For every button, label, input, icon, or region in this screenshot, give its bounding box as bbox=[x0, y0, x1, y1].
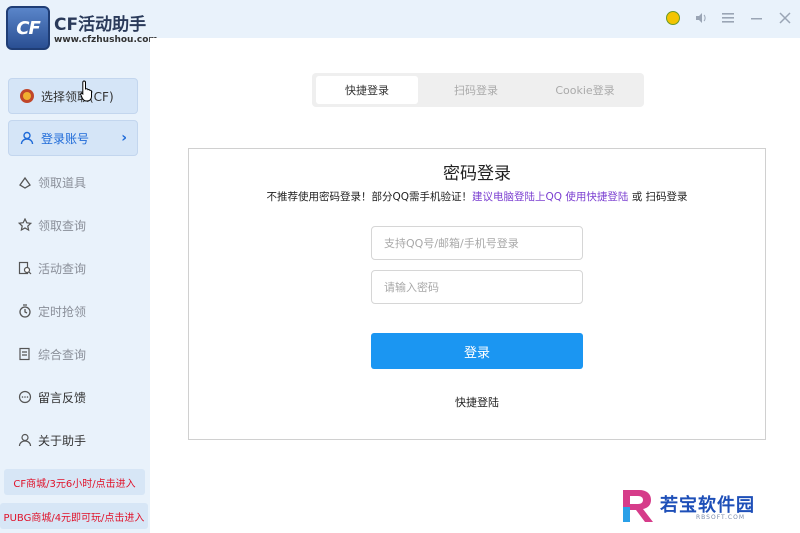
sidebar-item-label: 领取查询 bbox=[38, 218, 87, 233]
minimize-icon[interactable] bbox=[750, 8, 764, 28]
app-url: www.cfzhushou.com bbox=[54, 35, 158, 45]
sidebar-item-feedback[interactable]: 留言反馈 bbox=[18, 387, 86, 407]
title-bar: CF CF活动助手 www.cfzhushou.com bbox=[0, 0, 800, 50]
hint-quick-login-link[interactable]: 建议电脑登陆上QQ 使用快捷登陆 bbox=[472, 191, 628, 203]
tab-qr-login[interactable]: 扫码登录 bbox=[425, 76, 527, 104]
sidebar-item-label: 活动查询 bbox=[38, 261, 87, 276]
user-icon bbox=[18, 433, 32, 447]
sidebar-item-about[interactable]: 关于助手 bbox=[18, 430, 86, 450]
app-title: CF活动助手 bbox=[54, 15, 147, 35]
hint-qr-text: 或 扫码登录 bbox=[628, 191, 688, 203]
login-tabs: 快捷登录 扫码登录 Cookie登录 bbox=[312, 73, 644, 107]
password-login-card: 密码登录 不推荐使用密码登录！部分QQ需手机验证！建议电脑登陆上QQ 使用快捷登… bbox=[188, 148, 766, 440]
sidebar-item-label: 领取道具 bbox=[38, 175, 87, 190]
cf-badge-icon bbox=[19, 88, 35, 104]
sidebar-item-label: 综合查询 bbox=[38, 347, 87, 362]
sidebar-item-login[interactable]: 登录账号 › bbox=[8, 120, 138, 156]
login-button[interactable]: 登录 bbox=[371, 333, 583, 369]
star-search-icon bbox=[18, 218, 32, 232]
hint-text: 不推荐使用密码登录！部分QQ需手机验证！ bbox=[266, 191, 472, 203]
timer-icon bbox=[18, 304, 32, 318]
sidebar-item-general-query[interactable]: 综合查询 bbox=[18, 344, 86, 364]
sidebar-item-event-query[interactable]: 活动查询 bbox=[18, 258, 86, 278]
password-input[interactable]: 请输入密码 bbox=[371, 270, 583, 304]
menu-icon[interactable] bbox=[722, 8, 736, 28]
sidebar-item-get-items[interactable]: 领取道具 bbox=[18, 172, 86, 192]
window-controls bbox=[666, 8, 792, 28]
list-icon bbox=[18, 347, 32, 361]
cf-mall-promo-link[interactable]: CF商城/3元6小时/点击进入 bbox=[4, 469, 145, 495]
sidebar-item-label: 关于助手 bbox=[38, 433, 87, 448]
hand-cursor-icon bbox=[80, 80, 92, 102]
sidebar-item-label: 定时抢领 bbox=[38, 304, 87, 319]
chat-icon bbox=[18, 390, 32, 404]
user-icon bbox=[19, 130, 35, 146]
login-title: 密码登录 bbox=[443, 164, 511, 184]
sidebar-item-label: 登录账号 bbox=[41, 131, 90, 146]
main-panel: 快捷登录 扫码登录 Cookie登录 密码登录 不推荐使用密码登录！部分QQ需手… bbox=[150, 38, 800, 533]
speaker-icon[interactable] bbox=[694, 8, 708, 28]
sidebar: 选择领取(CF) 登录账号 › 领取道具 领取查询 活动查询 定时抢领 综合查询… bbox=[0, 62, 150, 533]
document-search-icon bbox=[18, 261, 32, 275]
select-game-label: 选择领取(CF) bbox=[41, 89, 114, 104]
watermark: 若宝软件园 RBSOFT.COM bbox=[620, 487, 790, 527]
sidebar-item-label: 留言反馈 bbox=[38, 390, 87, 405]
qq-penguin-icon[interactable] bbox=[666, 8, 680, 28]
watermark-sub: RBSOFT.COM bbox=[696, 514, 746, 521]
watermark-logo-icon bbox=[623, 490, 653, 522]
login-hint: 不推荐使用密码登录！部分QQ需手机验证！建议电脑登陆上QQ 使用快捷登陆 或 扫… bbox=[189, 189, 765, 204]
tab-cookie-login[interactable]: Cookie登录 bbox=[534, 76, 636, 104]
close-icon[interactable] bbox=[778, 8, 792, 28]
username-input[interactable]: 支持QQ号/邮箱/手机号登录 bbox=[371, 226, 583, 260]
chevron-right-icon: › bbox=[121, 130, 127, 146]
tab-quick-login[interactable]: 快捷登录 bbox=[316, 76, 418, 104]
pubg-mall-promo-link[interactable]: PUBG商城/4元即可玩/点击进入 bbox=[0, 503, 148, 529]
gift-icon bbox=[18, 175, 32, 189]
select-game-button[interactable]: 选择领取(CF) bbox=[8, 78, 138, 114]
quick-login-link[interactable]: 快捷登陆 bbox=[189, 394, 765, 410]
sidebar-item-claim-query[interactable]: 领取查询 bbox=[18, 215, 86, 235]
sidebar-item-timed-grab[interactable]: 定时抢领 bbox=[18, 301, 86, 321]
app-logo: CF bbox=[6, 6, 50, 50]
